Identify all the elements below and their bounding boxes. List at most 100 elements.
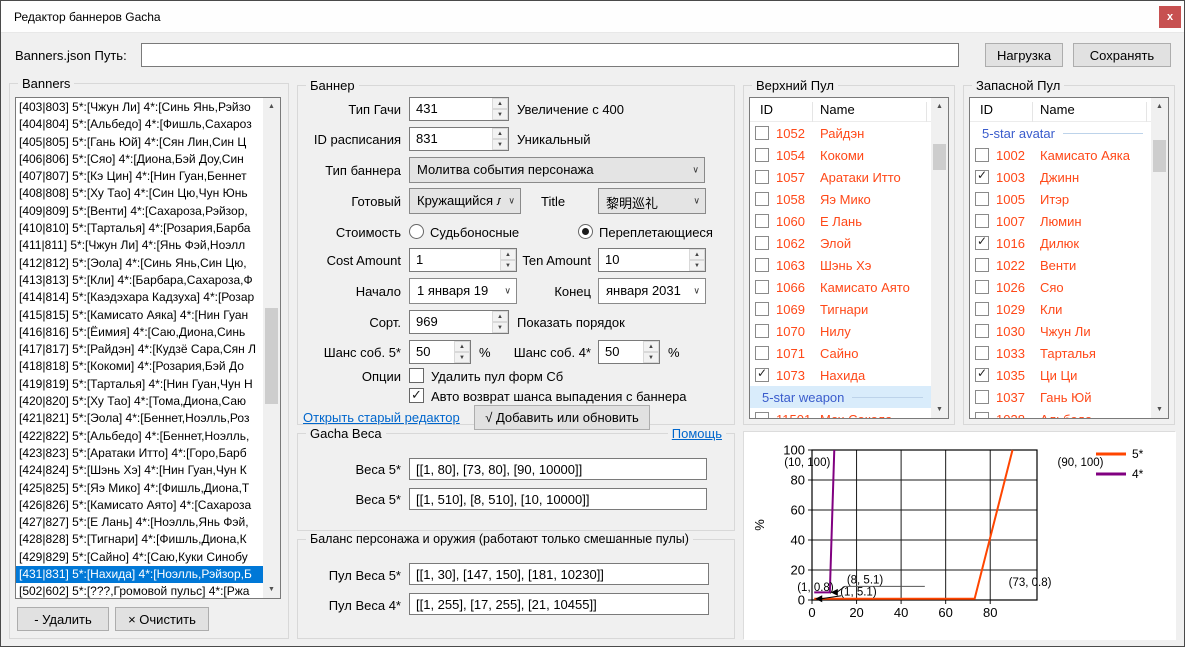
pool-item-checkbox[interactable] <box>975 192 989 206</box>
save-button[interactable]: Сохранять <box>1073 43 1171 67</box>
spin-down-icon[interactable]: ▼ <box>492 322 508 333</box>
pool-item-checkbox[interactable] <box>975 170 989 184</box>
ten-amount-spinner[interactable]: 10 ▲▼ <box>598 248 706 272</box>
pool-weights4-input[interactable] <box>409 593 709 615</box>
pool-item-checkbox[interactable] <box>975 236 989 250</box>
scroll-down-arrow[interactable]: ▼ <box>1151 401 1168 418</box>
scroll-up-arrow[interactable]: ▲ <box>263 98 280 115</box>
pool-item-checkbox[interactable] <box>975 258 989 272</box>
banner-list-item[interactable]: [414|814] 5*:[Каэдэхара Кадзуха] 4*:[Роз… <box>16 289 263 306</box>
pool-item-row[interactable]: 1005Итэр <box>970 188 1151 210</box>
banner-list-item[interactable]: [428|828] 5*:[Тигнари] 4*:[Фишль,Диона,К <box>16 531 263 548</box>
reserve-pool-scrollbar[interactable]: ▲ ▼ <box>1151 98 1168 418</box>
banner-list-item[interactable]: [410|810] 5*:[Тарталья] 4*:[Розария,Барб… <box>16 220 263 237</box>
spin-up-icon[interactable]: ▲ <box>492 98 508 109</box>
banner-list-item[interactable]: [429|829] 5*:[Сайно] 4*:[Саю,Куки Синобу <box>16 549 263 566</box>
pool-item-row[interactable]: 1003Джинн <box>970 166 1151 188</box>
scroll-thumb[interactable] <box>1153 140 1166 172</box>
banner-list-item[interactable]: [420|820] 5*:[Ху Тао] 4*:[Тома,Диона,Саю <box>16 393 263 410</box>
pool-item-row[interactable]: 1069Тигнари <box>750 298 931 320</box>
scroll-thumb[interactable] <box>265 308 278 404</box>
banner-list-item[interactable]: [426|826] 5*:[Камисато Аято] 4*:[Сахароз… <box>16 497 263 514</box>
banner-list-item[interactable]: [411|811] 5*:[Чжун Ли] 4*:[Янь Фэй,Ноэлл <box>16 237 263 254</box>
spin-down-icon[interactable]: ▼ <box>643 352 659 363</box>
path-input[interactable] <box>141 43 959 67</box>
banner-list-item[interactable]: [413|813] 5*:[Кли] 4*:[Барбара,Сахароза,… <box>16 272 263 289</box>
pool-item-row[interactable]: 1038Альбедо <box>970 408 1151 418</box>
chance5-spinner[interactable]: 50 ▲▼ <box>409 340 471 364</box>
pool-item-row[interactable]: 1035Ци Ци <box>970 364 1151 386</box>
pool-item-checkbox[interactable] <box>755 368 769 382</box>
pool-item-row[interactable]: 11501Меч Сокола <box>750 408 931 418</box>
pool-item-row[interactable]: 1002Камисато Аяка <box>970 144 1151 166</box>
spin-up-icon[interactable]: ▲ <box>689 249 705 260</box>
banner-list-item[interactable]: [424|824] 5*:[Шэнь Хэ] 4*:[Нин Гуан,Чун … <box>16 462 263 479</box>
pool-item-checkbox[interactable] <box>975 148 989 162</box>
pool-item-row[interactable]: 1037Гань Юй <box>970 386 1151 408</box>
upper-pool-header[interactable]: ID Name <box>750 98 931 122</box>
pool-item-checkbox[interactable] <box>755 214 769 228</box>
pool-item-checkbox[interactable] <box>755 324 769 338</box>
pool-item-row[interactable]: 1071Сайно <box>750 342 931 364</box>
option-auto-return-checkbox[interactable] <box>409 388 424 403</box>
pool-item-row[interactable]: 1062Элой <box>750 232 931 254</box>
pool-item-checkbox[interactable] <box>755 280 769 294</box>
pool-item-checkbox[interactable] <box>975 368 989 382</box>
delete-banner-button[interactable]: - Удалить <box>17 607 109 631</box>
help-link[interactable]: Помощь <box>668 426 726 441</box>
banner-list-item[interactable]: [408|808] 5*:[Ху Тао] 4*:[Син Цю,Чун Юнь <box>16 185 263 202</box>
reserve-pool-header[interactable]: ID Name <box>970 98 1151 122</box>
pool-item-row[interactable]: 1026Сяо <box>970 276 1151 298</box>
banner-list-item[interactable]: [418|818] 5*:[Кокоми] 4*:[Розария,Бэй До <box>16 358 263 375</box>
scroll-up-arrow[interactable]: ▲ <box>1151 98 1168 115</box>
pool-item-row[interactable]: 1016Дилюк <box>970 232 1151 254</box>
add-or-update-button[interactable]: √ Добавить или обновить <box>474 405 650 430</box>
banner-list-item[interactable]: [427|827] 5*:[Е Лань] 4*:[Ноэлль,Янь Фэй… <box>16 514 263 531</box>
schedule-id-spinner[interactable]: 831 ▲▼ <box>409 127 509 151</box>
spin-down-icon[interactable]: ▼ <box>454 352 470 363</box>
pool-item-row[interactable]: 1052Райдэн <box>750 122 931 144</box>
pool-item-row[interactable]: 1022Венти <box>970 254 1151 276</box>
pool-item-row[interactable]: 1007Люмин <box>970 210 1151 232</box>
banner-list-item[interactable]: [431|831] 5*:[Нахида] 4*:[Ноэлль,Рэйзор,… <box>16 566 263 583</box>
pool-item-checkbox[interactable] <box>755 192 769 206</box>
spin-up-icon[interactable]: ▲ <box>492 311 508 322</box>
cost-radio-intertwined[interactable] <box>578 224 593 239</box>
reserve-pool-listview[interactable]: ID Name 5-star avatar1002Камисато Аяка10… <box>969 97 1169 419</box>
pool-item-row[interactable]: 1066Камисато Аято <box>750 276 931 298</box>
banner-list-item[interactable]: [403|803] 5*:[Чжун Ли] 4*:[Синь Янь,Рэйз… <box>16 99 263 116</box>
scroll-down-arrow[interactable]: ▼ <box>263 581 280 598</box>
pool-weights5-input[interactable] <box>409 563 709 585</box>
pool-item-row[interactable]: 1063Шэнь Хэ <box>750 254 931 276</box>
prefab-combo[interactable]: Кружащийся л∨ <box>409 188 521 214</box>
banners-scrollbar[interactable]: ▲ ▼ <box>263 98 280 598</box>
pool-item-checkbox[interactable] <box>755 346 769 360</box>
pool-item-row[interactable]: 1030Чжун Ли <box>970 320 1151 342</box>
pool-item-checkbox[interactable] <box>755 302 769 316</box>
column-header-id[interactable]: ID <box>980 102 993 117</box>
open-old-editor-link[interactable]: Открыть старый редактор <box>303 410 460 425</box>
pool-item-checkbox[interactable] <box>755 126 769 140</box>
close-button[interactable]: x <box>1159 6 1181 28</box>
pool-item-checkbox[interactable] <box>975 390 989 404</box>
pool-item-checkbox[interactable] <box>975 412 989 418</box>
title-combo[interactable]: 黎明巡礼∨ <box>598 188 706 214</box>
banner-list-item[interactable]: [421|821] 5*:[Эола] 4*:[Беннет,Ноэлль,Ро… <box>16 410 263 427</box>
banner-type-combo[interactable]: Молитва события персонажа∨ <box>409 157 705 183</box>
chance4-spinner[interactable]: 50 ▲▼ <box>598 340 660 364</box>
weights5-input[interactable] <box>409 458 707 480</box>
spin-up-icon[interactable]: ▲ <box>492 128 508 139</box>
pool-item-checkbox[interactable] <box>975 302 989 316</box>
pool-item-checkbox[interactable] <box>755 148 769 162</box>
pool-item-row[interactable]: 1060Е Лань <box>750 210 931 232</box>
column-header-name[interactable]: Name <box>1040 102 1075 117</box>
banner-list-item[interactable]: [423|823] 5*:[Аратаки Итто] 4*:[Горо,Бар… <box>16 445 263 462</box>
sort-spinner[interactable]: 969 ▲▼ <box>409 310 509 334</box>
banner-list-item[interactable]: [417|817] 5*:[Райдэн] 4*:[Кудзё Сара,Сян… <box>16 341 263 358</box>
pool-item-checkbox[interactable] <box>975 280 989 294</box>
pool-item-checkbox[interactable] <box>755 258 769 272</box>
pool-item-checkbox[interactable] <box>755 236 769 250</box>
spin-down-icon[interactable]: ▼ <box>492 109 508 120</box>
banner-list-item[interactable]: [412|812] 5*:[Эола] 4*:[Синь Янь,Син Цю, <box>16 255 263 272</box>
pool-item-row[interactable]: 1057Аратаки Итто <box>750 166 931 188</box>
